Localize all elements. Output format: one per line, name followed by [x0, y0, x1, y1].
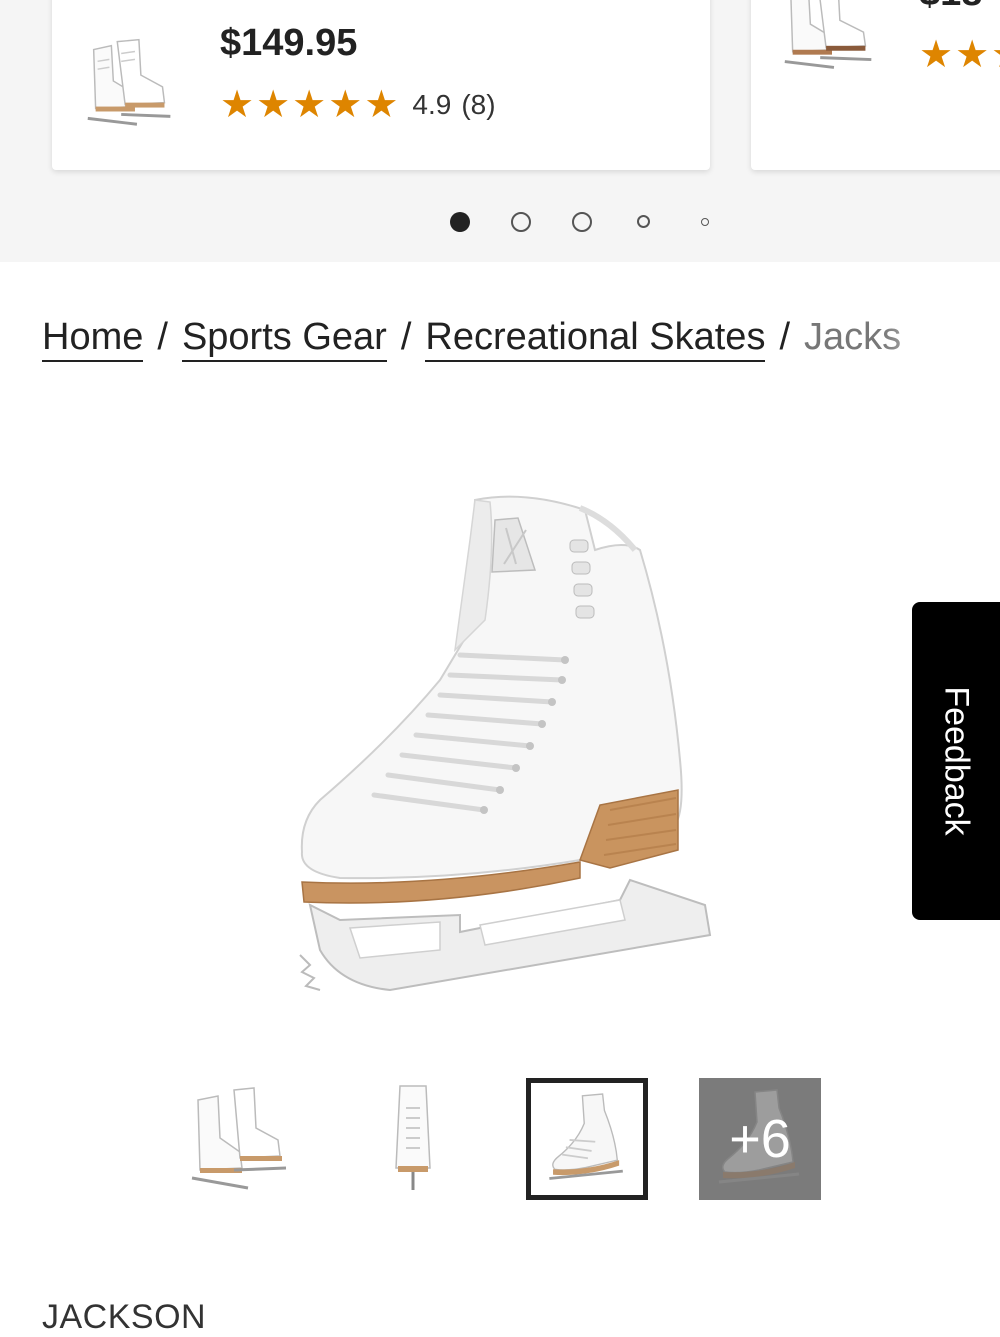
product-price: $18 [919, 0, 982, 15]
product-brand[interactable]: JACKSON [42, 1298, 206, 1337]
breadcrumb-separator: / [157, 316, 168, 358]
carousel-pagination [0, 210, 1000, 234]
skate-pair-image [784, 0, 872, 69]
star-icon: ★ [292, 84, 327, 126]
breadcrumb-fade [882, 316, 962, 372]
product-carousel: $149.95 ★ ★ ★ ★ ★ 4.9 (8) $18 ★ ★ [0, 0, 1000, 262]
breadcrumb-separator: / [779, 316, 791, 358]
carousel-product-card[interactable]: $18 ★ ★ ★ [751, 0, 1000, 170]
gallery-thumbnail[interactable] [178, 1078, 300, 1200]
star-rating: ★ ★ ★ [919, 36, 1000, 74]
main-product-image[interactable] [280, 480, 720, 1010]
product-price: $149.95 [220, 22, 358, 64]
gallery-more-images-button[interactable]: +6 [699, 1078, 821, 1200]
more-images-count: +6 [729, 1109, 791, 1169]
feedback-tab[interactable]: Feedback [912, 602, 1000, 920]
skate-side-image [549, 1093, 623, 1180]
breadcrumb-link-home[interactable]: Home [42, 316, 144, 362]
feedback-label: Feedback [937, 686, 976, 836]
gallery-thumbnail[interactable] [352, 1078, 474, 1200]
breadcrumb-link-recreational-skates[interactable]: Recreational Skates [425, 316, 766, 362]
carousel-dot[interactable] [450, 212, 470, 232]
rating-value: 4.9 [412, 89, 452, 120]
star-rating: ★ ★ ★ ★ ★ [220, 86, 398, 124]
star-icon: ★ [955, 34, 990, 76]
star-icon: ★ [919, 34, 954, 76]
star-icon: ★ [328, 84, 363, 126]
star-icon: ★ [256, 84, 291, 126]
carousel-dot[interactable] [637, 215, 650, 228]
star-icon: ★ [991, 36, 1000, 74]
breadcrumb-link-sports-gear[interactable]: Sports Gear [181, 316, 387, 362]
review-count: (8) [461, 89, 496, 120]
carousel-dot[interactable] [511, 212, 531, 232]
skate-front-image [395, 1085, 431, 1190]
breadcrumb-separator: / [400, 316, 412, 358]
carousel-dot[interactable] [572, 212, 592, 232]
star-icon: ★ [364, 84, 399, 126]
product-rating: ★ ★ ★ ★ ★ 4.9 (8) [220, 86, 496, 124]
product-rating: ★ ★ ★ [919, 36, 1000, 74]
skate-pair-image [191, 1087, 287, 1190]
breadcrumb: Home / Sports Gear / Recreational Skates / Jac… [42, 316, 962, 372]
carousel-product-card[interactable]: $149.95 ★ ★ ★ ★ ★ 4.9 (8) [52, 0, 710, 170]
gallery-thumbnail-selected[interactable] [526, 1078, 648, 1200]
star-icon: ★ [220, 84, 255, 126]
skate-pair-image [87, 38, 171, 126]
carousel-dot[interactable] [701, 218, 709, 226]
